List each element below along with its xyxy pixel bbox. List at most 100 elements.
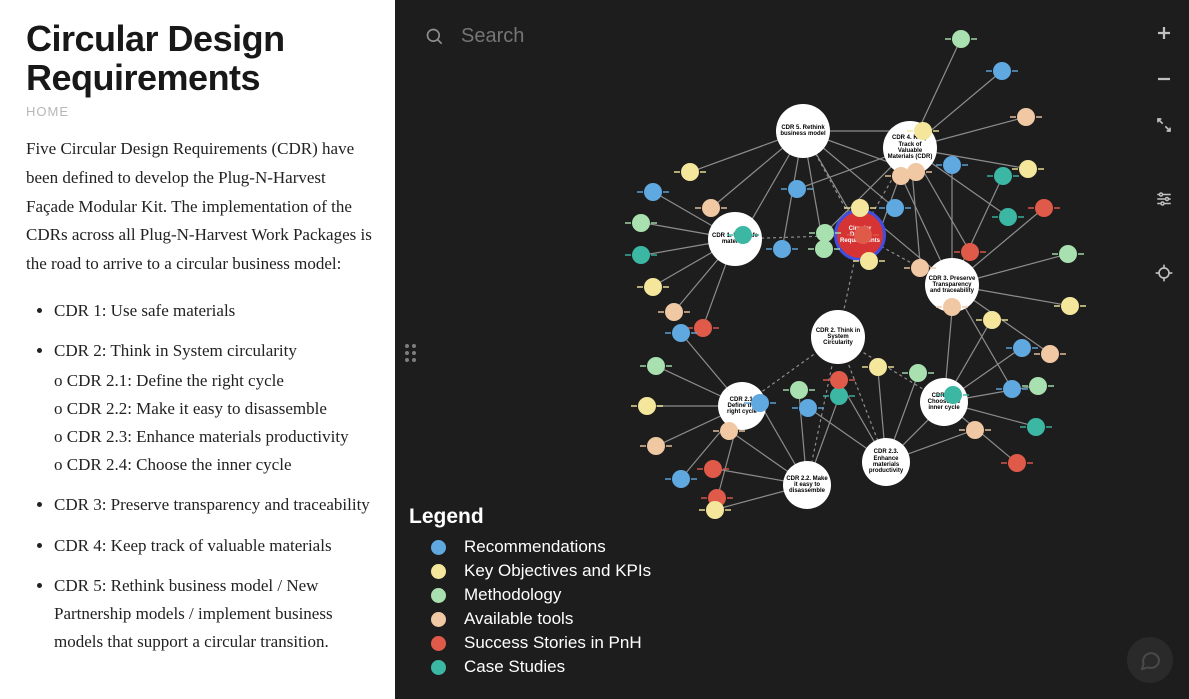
- graph-leaf-node[interactable]: [704, 460, 722, 478]
- graph-leaf-node[interactable]: [860, 252, 878, 270]
- legend-label: Available tools: [464, 609, 573, 629]
- legend-swatch: [431, 540, 446, 555]
- legend-item[interactable]: Success Stories in PnH: [409, 633, 651, 653]
- graph-leaf-node[interactable]: [943, 156, 961, 174]
- graph-leaf-node[interactable]: [1013, 339, 1031, 357]
- graph-leaf-node[interactable]: [993, 62, 1011, 80]
- graph-leaf-node[interactable]: [851, 199, 869, 217]
- chat-button[interactable]: [1127, 637, 1173, 683]
- graph-major-node[interactable]: CDR 2.2. Make it easy to disassemble: [783, 461, 831, 509]
- legend-item[interactable]: Case Studies: [409, 657, 651, 677]
- legend-label: Recommendations: [464, 537, 606, 557]
- graph-leaf-node[interactable]: [994, 167, 1012, 185]
- graph-leaf-node[interactable]: [961, 243, 979, 261]
- graph-leaf-node[interactable]: [702, 199, 720, 217]
- graph-leaf-node[interactable]: [983, 311, 1001, 329]
- settings-button[interactable]: [1153, 188, 1175, 210]
- graph-toolbar: [1153, 22, 1175, 284]
- cdr-subitem: o CDR 2.4: Choose the inner cycle: [54, 451, 373, 479]
- graph-leaf-node[interactable]: [665, 303, 683, 321]
- graph-leaf-node[interactable]: [632, 246, 650, 264]
- graph-major-node[interactable]: CDR 2. Think in System Circularity: [811, 310, 865, 364]
- graph-leaf-node[interactable]: [1041, 345, 1059, 363]
- graph-leaf-node[interactable]: [672, 324, 690, 342]
- graph-leaf-node[interactable]: [790, 381, 808, 399]
- page-title: Circular Design Requirements: [26, 20, 373, 98]
- legend-item[interactable]: Recommendations: [409, 537, 651, 557]
- graph-leaf-node[interactable]: [1019, 160, 1037, 178]
- graph-leaf-node[interactable]: [751, 394, 769, 412]
- graph-leaf-node[interactable]: [788, 180, 806, 198]
- graph-leaf-node[interactable]: [886, 199, 904, 217]
- graph-leaf-node[interactable]: [720, 422, 738, 440]
- graph-leaf-node[interactable]: [943, 298, 961, 316]
- graph-leaf-node[interactable]: [734, 226, 752, 244]
- graph-leaf-node[interactable]: [647, 437, 665, 455]
- graph-leaf-node[interactable]: [1059, 245, 1077, 263]
- legend-item[interactable]: Available tools: [409, 609, 651, 629]
- legend-swatch: [431, 660, 446, 675]
- legend-swatch: [431, 564, 446, 579]
- legend: Legend Recommendations Key Objectives and…: [409, 505, 651, 681]
- legend-label: Key Objectives and KPIs: [464, 561, 651, 581]
- graph-major-node[interactable]: CDR 2.3. Enhance materials productivity: [862, 438, 910, 486]
- info-panel: Circular Design Requirements HOME Five C…: [0, 0, 395, 699]
- graph-leaf-node[interactable]: [681, 163, 699, 181]
- zoom-out-button[interactable]: [1153, 68, 1175, 90]
- graph-leaf-node[interactable]: [1008, 454, 1026, 472]
- graph-leaf-node[interactable]: [909, 364, 927, 382]
- graph-leaf-node[interactable]: [830, 371, 848, 389]
- legend-swatch: [431, 612, 446, 627]
- target-button[interactable]: [1153, 262, 1175, 284]
- graph-leaf-node[interactable]: [799, 399, 817, 417]
- cdr-item: CDR 3: Preserve transparency and traceab…: [54, 491, 373, 519]
- graph-leaf-node[interactable]: [830, 387, 848, 405]
- graph-leaf-node[interactable]: [1003, 380, 1021, 398]
- graph-leaf-node[interactable]: [773, 240, 791, 258]
- legend-item[interactable]: Methodology: [409, 585, 651, 605]
- graph-leaf-node[interactable]: [647, 357, 665, 375]
- graph-leaf-node[interactable]: [966, 421, 984, 439]
- legend-item[interactable]: Key Objectives and KPIs: [409, 561, 651, 581]
- graph-panel: Circular Design RequirementsCDR 1. Use s…: [395, 0, 1189, 699]
- legend-label: Case Studies: [464, 657, 565, 677]
- graph-leaf-node[interactable]: [644, 278, 662, 296]
- cdr-subitem: o CDR 2.1: Define the right cycle: [54, 367, 373, 395]
- intro-text: Five Circular Design Requirements (CDR) …: [26, 135, 373, 279]
- graph-leaf-node[interactable]: [911, 259, 929, 277]
- graph-leaf-node[interactable]: [892, 167, 910, 185]
- graph-leaf-node[interactable]: [1029, 377, 1047, 395]
- legend-swatch: [431, 588, 446, 603]
- graph-leaf-node[interactable]: [706, 501, 724, 519]
- graph-major-node[interactable]: CDR 2.4. Choose the inner cycle: [920, 378, 968, 426]
- cdr-subitem: o CDR 2.2: Make it easy to disassemble: [54, 395, 373, 423]
- legend-title: Legend: [409, 505, 651, 529]
- graph-leaf-node[interactable]: [1061, 297, 1079, 315]
- graph-leaf-node[interactable]: [952, 30, 970, 48]
- graph-leaf-node[interactable]: [644, 183, 662, 201]
- graph-leaf-node[interactable]: [854, 226, 872, 244]
- graph-leaf-node[interactable]: [815, 240, 833, 258]
- breadcrumb-home[interactable]: HOME: [26, 104, 69, 119]
- graph-leaf-node[interactable]: [1027, 418, 1045, 436]
- graph-leaf-node[interactable]: [944, 386, 962, 404]
- zoom-in-button[interactable]: [1153, 22, 1175, 44]
- cdr-item: CDR 2: Think in System circularityo CDR …: [54, 337, 373, 479]
- graph-leaf-node[interactable]: [999, 208, 1017, 226]
- cdr-item: CDR 1: Use safe materials: [54, 297, 373, 325]
- graph-leaf-node[interactable]: [632, 214, 650, 232]
- fit-button[interactable]: [1153, 114, 1175, 136]
- legend-label: Methodology: [464, 585, 561, 605]
- cdr-item: CDR 4: Keep track of valuable materials: [54, 532, 373, 560]
- graph-leaf-node[interactable]: [869, 358, 887, 376]
- cdr-list: CDR 1: Use safe materials CDR 2: Think in…: [26, 297, 373, 656]
- graph-leaf-node[interactable]: [694, 319, 712, 337]
- graph-leaf-node[interactable]: [1017, 108, 1035, 126]
- graph-leaf-node[interactable]: [816, 224, 834, 242]
- graph-leaf-node[interactable]: [638, 397, 656, 415]
- cdr-item: CDR 5: Rethink business model / New Part…: [54, 572, 373, 656]
- graph-leaf-node[interactable]: [914, 122, 932, 140]
- graph-leaf-node[interactable]: [672, 470, 690, 488]
- graph-major-node[interactable]: CDR 5. Rethink business model: [776, 104, 830, 158]
- graph-leaf-node[interactable]: [1035, 199, 1053, 217]
